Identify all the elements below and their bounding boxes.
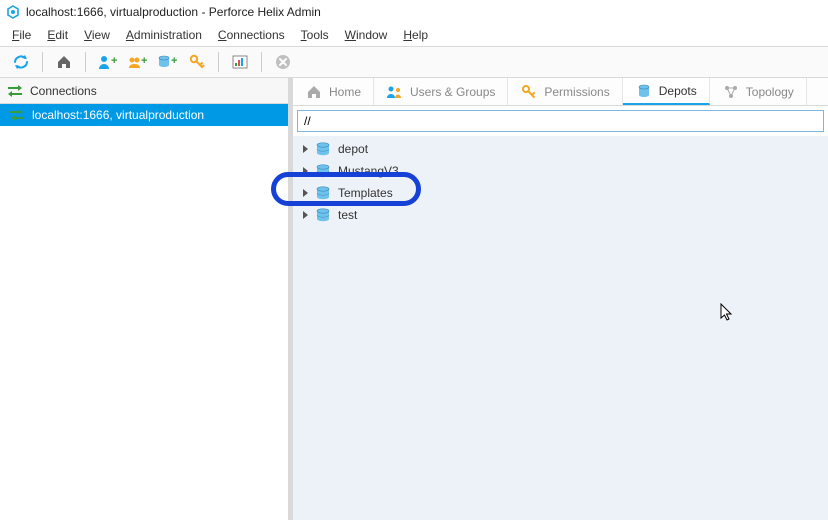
connection-item-label: localhost:1666, virtualproduction	[32, 108, 204, 122]
connections-arrows-icon	[6, 84, 24, 98]
depot-icon	[314, 163, 332, 179]
tab-users-groups[interactable]: Users & Groups	[374, 78, 508, 105]
menu-file[interactable]: File	[4, 26, 39, 44]
tab-label: Permissions	[544, 85, 609, 99]
svg-text:+: +	[141, 55, 147, 67]
depot-name: test	[338, 208, 357, 222]
connections-header-label: Connections	[30, 84, 97, 98]
home-button[interactable]	[51, 49, 77, 75]
depot-icon	[635, 82, 653, 100]
depot-tree-item[interactable]: depot	[293, 138, 828, 160]
menu-connections[interactable]: Connections	[210, 26, 293, 44]
refresh-button[interactable]	[8, 49, 34, 75]
tab-depots[interactable]: Depots	[623, 78, 710, 105]
depot-tree-item[interactable]: test	[293, 204, 828, 226]
depot-path-container	[293, 106, 828, 136]
home-icon	[305, 83, 323, 101]
menu-help[interactable]: Help	[395, 26, 436, 44]
depot-icon	[314, 141, 332, 157]
tab-label: Topology	[746, 85, 794, 99]
users-icon	[386, 83, 404, 101]
tab-permissions[interactable]: Permissions	[508, 78, 622, 105]
key-button[interactable]	[184, 49, 210, 75]
menu-tools[interactable]: Tools	[293, 26, 337, 44]
tab-label: Users & Groups	[410, 85, 495, 99]
depot-path-input[interactable]	[297, 110, 824, 132]
add-depot-button[interactable]: +	[154, 49, 180, 75]
depot-name: MustangV3	[338, 164, 399, 178]
workspace: Connections localhost:1666, virtualprodu…	[0, 78, 828, 520]
expand-arrow-icon[interactable]	[303, 167, 308, 175]
depot-tree-item[interactable]: Templates	[293, 182, 828, 204]
menu-window[interactable]: Window	[337, 26, 396, 44]
tab-bar: Home Users & Groups Permissions Depots T…	[293, 78, 828, 106]
menu-view[interactable]: View	[76, 26, 118, 44]
svg-text:+: +	[111, 55, 117, 67]
add-group-button[interactable]: +	[124, 49, 150, 75]
add-user-button[interactable]: +	[94, 49, 120, 75]
depot-icon	[314, 207, 332, 223]
helix-app-icon	[6, 5, 20, 19]
depot-name: Templates	[338, 186, 393, 200]
mouse-cursor-icon	[720, 303, 736, 323]
connections-pane: Connections localhost:1666, virtualprodu…	[0, 78, 288, 520]
expand-arrow-icon[interactable]	[303, 189, 308, 197]
menu-bar: File Edit View Administration Connection…	[0, 24, 828, 46]
depot-icon	[314, 185, 332, 201]
topology-icon	[722, 83, 740, 101]
svg-text:+: +	[171, 55, 177, 67]
depot-tree: depot MustangV3 Templates test	[293, 136, 828, 520]
toolbar-separator	[218, 52, 219, 72]
title-bar: localhost:1666, virtualproduction - Perf…	[0, 0, 828, 24]
connections-list: localhost:1666, virtualproduction	[0, 104, 288, 520]
tab-home[interactable]: Home	[293, 78, 374, 105]
connection-item[interactable]: localhost:1666, virtualproduction	[0, 104, 288, 126]
menu-edit[interactable]: Edit	[39, 26, 76, 44]
expand-arrow-icon[interactable]	[303, 211, 308, 219]
close-button[interactable]	[270, 49, 296, 75]
tab-label: Depots	[659, 84, 697, 98]
tab-label: Home	[329, 85, 361, 99]
depot-tree-item[interactable]: MustangV3	[293, 160, 828, 182]
depot-name: depot	[338, 142, 368, 156]
key-icon	[520, 83, 538, 101]
toolbar-separator	[261, 52, 262, 72]
expand-arrow-icon[interactable]	[303, 145, 308, 153]
right-pane: Home Users & Groups Permissions Depots T…	[292, 78, 828, 520]
window-title: localhost:1666, virtualproduction - Perf…	[26, 5, 321, 19]
menu-administration[interactable]: Administration	[118, 26, 210, 44]
connection-arrows-icon	[8, 109, 26, 121]
tab-topology[interactable]: Topology	[710, 78, 807, 105]
connections-header: Connections	[0, 78, 288, 104]
toolbar: + + +	[0, 46, 828, 78]
toolbar-separator	[85, 52, 86, 72]
toolbar-separator	[42, 52, 43, 72]
chart-button[interactable]	[227, 49, 253, 75]
